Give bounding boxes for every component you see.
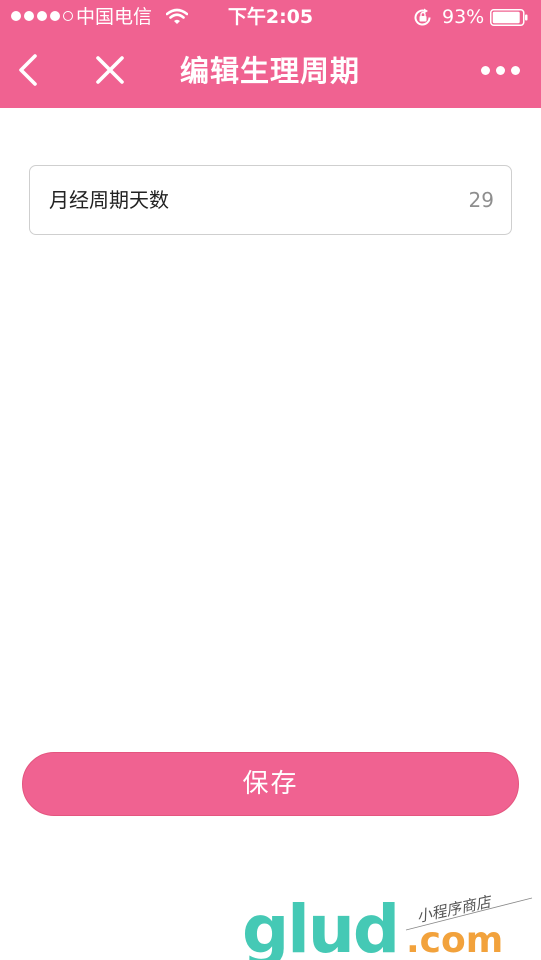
page-title: 编辑生理周期 xyxy=(179,54,360,88)
close-button[interactable] xyxy=(88,48,132,92)
header: 中国电信 下午2:05 93% 编辑生理周期 xyxy=(0,0,541,108)
cycle-days-field[interactable]: 月经周期天数 29 xyxy=(29,165,512,235)
close-icon xyxy=(96,56,124,84)
cycle-days-value[interactable]: 29 xyxy=(469,166,494,234)
status-bar: 中国电信 下午2:05 93% xyxy=(0,0,541,34)
battery-icon xyxy=(490,9,528,26)
more-options-button[interactable] xyxy=(474,48,526,92)
chevron-left-icon xyxy=(19,54,37,86)
rotation-lock-icon xyxy=(414,8,431,26)
save-button[interactable]: 保存 xyxy=(22,752,519,816)
battery-percentage: 93% xyxy=(442,6,485,28)
cycle-days-label: 月经周期天数 xyxy=(49,188,169,212)
back-button[interactable] xyxy=(8,48,48,92)
svg-text:glud: glud xyxy=(242,891,398,960)
more-dots-icon xyxy=(480,65,490,75)
navigation-bar: 编辑生理周期 xyxy=(0,34,541,108)
watermark-logo: glud .com 小程序商店 xyxy=(242,891,533,960)
